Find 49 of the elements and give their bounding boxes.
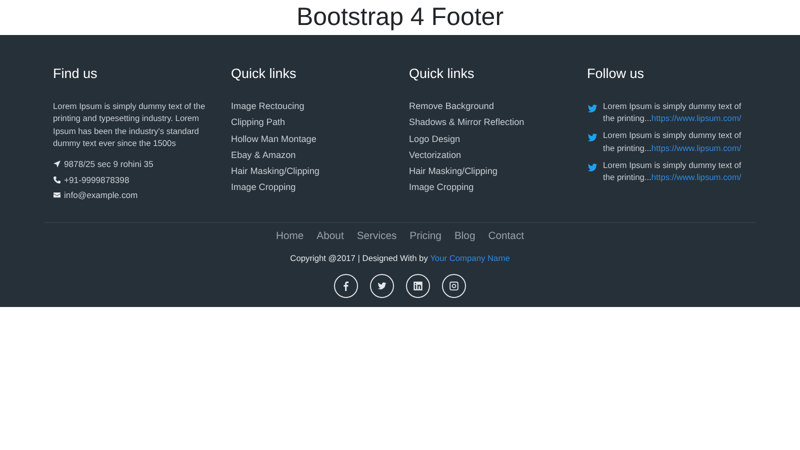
contact-text: +91-9999878398 bbox=[64, 174, 130, 185]
column-heading: Follow us bbox=[587, 66, 644, 81]
quick-link[interactable]: Hair Masking/Clipping bbox=[409, 165, 498, 178]
envelope-icon bbox=[53, 191, 61, 200]
quick-link[interactable]: Image Rectoucing bbox=[231, 100, 304, 112]
nav-link[interactable]: About bbox=[316, 230, 344, 242]
tweet-link[interactable]: https://www.lipsum.com/ bbox=[651, 172, 742, 182]
camera-icon bbox=[449, 280, 459, 291]
nav-link[interactable]: Contact bbox=[488, 230, 524, 242]
page-title: Bootstrap 4 Footer bbox=[296, 2, 504, 32]
nav-link[interactable]: Home bbox=[276, 230, 304, 242]
nav-link[interactable]: Services bbox=[356, 230, 397, 242]
linkedin-icon bbox=[413, 280, 423, 291]
bird-icon bbox=[587, 103, 598, 113]
nav-link[interactable]: Blog bbox=[454, 230, 476, 242]
quick-link[interactable]: Ebay & Amazon bbox=[231, 148, 296, 161]
quick-link[interactable]: Vectorization bbox=[409, 148, 462, 161]
facebook-icon bbox=[341, 280, 351, 291]
bird-icon bbox=[587, 162, 598, 172]
bird-icon bbox=[377, 280, 387, 291]
contact-text: info@example.com bbox=[64, 190, 138, 200]
quick-link[interactable]: Hollow Man Montage bbox=[231, 132, 316, 145]
nav-link[interactable]: Pricing bbox=[410, 230, 442, 242]
quick-link[interactable]: Remove Background bbox=[409, 100, 494, 112]
tweet-link[interactable]: https://www.lipsum.com/ bbox=[651, 142, 742, 153]
copyright-text: Copyright @2017 | Designed With by Your Company Name bbox=[290, 252, 510, 263]
column-heading: Quick links bbox=[409, 66, 474, 81]
social-button[interactable] bbox=[370, 274, 394, 298]
tweet-link[interactable]: https://www.lipsum.com/ bbox=[651, 113, 742, 124]
phone-icon bbox=[53, 176, 61, 184]
quick-link[interactable]: Clipping Path bbox=[231, 116, 286, 128]
column-heading: Quick links bbox=[231, 66, 296, 81]
send-arrow-icon bbox=[53, 160, 61, 168]
quick-link[interactable]: Image Cropping bbox=[231, 181, 296, 194]
column-heading: Find us bbox=[53, 66, 98, 81]
quick-link[interactable]: Logo Design bbox=[409, 132, 460, 145]
contact-text: 9878/25 sec 9 rohini 35 bbox=[64, 159, 154, 170]
social-button[interactable] bbox=[334, 274, 358, 298]
quick-link[interactable]: Shadows & Mirror Reflection bbox=[409, 116, 524, 128]
tweet-text: Lorem Ipsum is simply dummy text of the printing...https://www.lipsum.com/ bbox=[603, 100, 742, 124]
tweet-text: Lorem Ipsum is simply dummy text of the printing...https://www.lipsum.com/ bbox=[603, 158, 742, 184]
tweet-text: Lorem Ipsum is simply dummy text of the printing...https://www.lipsum.com/ bbox=[603, 129, 742, 154]
social-button[interactable] bbox=[442, 274, 466, 298]
quick-link[interactable]: Hair Masking/Clipping bbox=[231, 165, 320, 178]
company-link[interactable]: Your Company Name bbox=[430, 252, 510, 263]
description-text: Lorem Ipsum is simply dummy text of the printing and typesetting industry. Lorem Ipsum has been the industry's standard dummy text ever since the 1500s bbox=[53, 100, 206, 150]
bird-icon bbox=[587, 132, 598, 142]
quick-link[interactable]: Image Cropping bbox=[409, 181, 474, 194]
social-button[interactable] bbox=[406, 274, 430, 298]
